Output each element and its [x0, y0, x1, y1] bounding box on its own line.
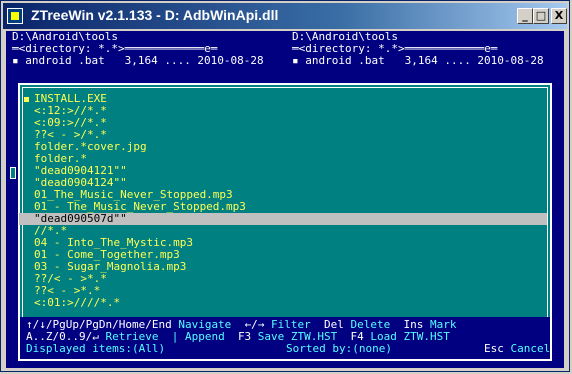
window-title: ZTreeWin v2.1.133 - D: AdbWinApi.dll [31, 7, 279, 23]
help-footer: ↑/↓/PgUp/PgDn/Home/End Navigate ←/→ Filt… [18, 317, 552, 361]
right-file-text: android .bat 3,164 .... 2010-08-28 [305, 54, 544, 67]
history-dialog: INSTALL.EXE <:12:>//*.* <:09:>//*.* ??< - >… [10, 83, 552, 347]
displayed-items-status: Displayed items:(All) [26, 342, 166, 355]
ztree-app-icon[interactable] [7, 8, 23, 24]
esc-key: Esc [484, 342, 504, 355]
console-area: D:\Android\tools D:\Android\tools ═<dire… [6, 31, 564, 368]
scroll-marker[interactable] [10, 167, 16, 179]
cancel-hint[interactable]: Esc Cancel [484, 343, 550, 355]
left-file-text: android .bat 3,164 .... 2010-08-28 [25, 54, 264, 67]
title-bar[interactable]: ZTreeWin v2.1.133 - D: AdbWinApi.dll _ □… [3, 3, 567, 29]
history-item[interactable]: <:01:>////*.* [34, 297, 120, 309]
history-item[interactable]: "dead090507d"" [19, 213, 547, 225]
current-item-bullet-icon [24, 97, 29, 102]
right-panel-file[interactable]: ▪ android .bat 3,164 .... 2010-08-28 [292, 55, 544, 67]
app-window: ZTreeWin v2.1.133 - D: AdbWinApi.dll _ □… [0, 0, 570, 372]
footer-key[interactable]: F3 [238, 330, 251, 343]
sorted-by-status: Sorted by:(none) [286, 342, 392, 355]
left-panel-file[interactable]: ▪ android .bat 3,164 .... 2010-08-28 [12, 55, 264, 67]
maximize-button[interactable]: □ [533, 8, 549, 24]
minimize-button[interactable]: _ [517, 8, 533, 24]
cancel-label: Cancel [503, 342, 551, 355]
close-button[interactable]: X [551, 8, 567, 24]
